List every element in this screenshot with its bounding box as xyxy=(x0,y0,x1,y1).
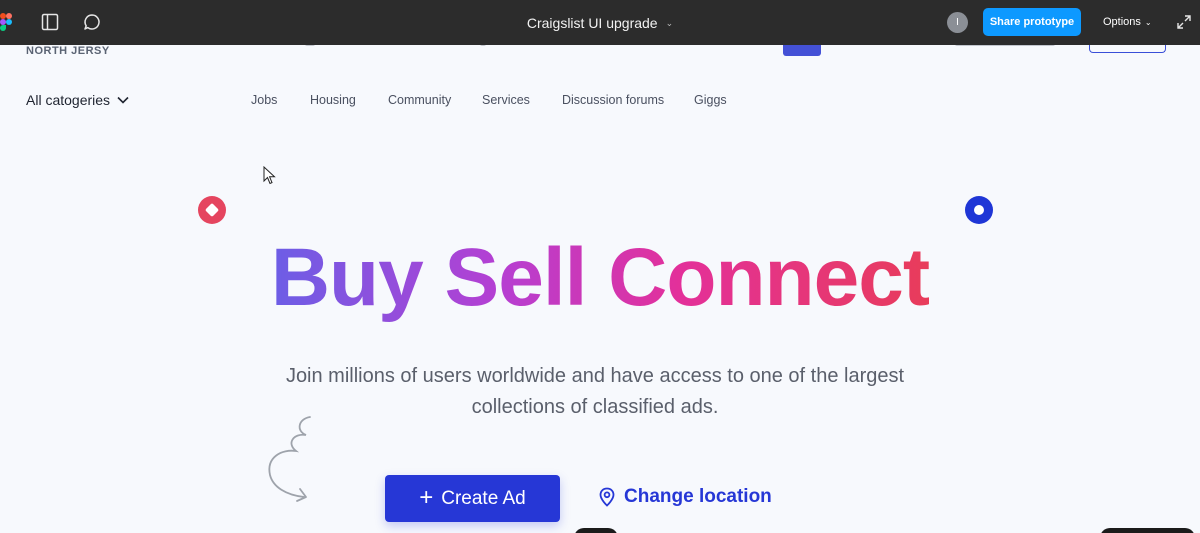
decorative-diamond-badge-icon xyxy=(198,196,226,224)
options-label: Options xyxy=(1103,16,1141,28)
hero-title: Buy Sell Connect xyxy=(0,232,1200,323)
next-section-element xyxy=(1100,528,1195,533)
chevron-down-icon: ⌄ xyxy=(1144,18,1152,27)
prototype-title-text: Craigslist UI upgrade xyxy=(526,15,658,31)
options-menu[interactable]: Options ⌄ xyxy=(1103,16,1152,28)
all-categories-dropdown[interactable]: All catogeries xyxy=(26,92,130,108)
hero-subtitle: Join millions of users worldwide and hav… xyxy=(285,365,905,418)
plus-icon: + xyxy=(419,483,434,511)
nav-jobs[interactable]: Jobs xyxy=(251,93,277,107)
mouse-cursor-icon xyxy=(263,166,276,185)
nav-discussion-forums[interactable]: Discussion forums xyxy=(562,93,664,107)
create-ad-label: Create Ad xyxy=(441,487,526,509)
all-categories-label: All catogeries xyxy=(26,92,111,108)
chevron-down-icon xyxy=(117,96,129,104)
decorative-squiggle-arrow-icon xyxy=(268,416,311,502)
search-placeholder-fragment xyxy=(480,45,486,46)
change-location-label: Change location xyxy=(624,486,772,507)
decorative-dot-badge-icon xyxy=(965,196,993,224)
chevron-down-icon: ⌄ xyxy=(665,18,674,28)
prototype-canvas: NORTH JERSY All catogeries Jobs Housing … xyxy=(0,45,1200,533)
location-pin-icon xyxy=(599,487,615,507)
nav-housing[interactable]: Housing xyxy=(310,93,356,107)
create-ad-button[interactable]: + Create Ad xyxy=(385,475,560,522)
search-button[interactable] xyxy=(783,45,821,56)
figma-toolbar: Craigslist UI upgrade ⌄ I Share prototype… xyxy=(0,0,1200,45)
nav-services[interactable]: Services xyxy=(482,93,530,107)
nav-community[interactable]: Community xyxy=(388,93,451,107)
search-placeholder-fragment xyxy=(305,45,315,46)
share-prototype-button[interactable]: Share prototype xyxy=(983,8,1081,36)
brand-subtitle: NORTH JERSY xyxy=(26,45,110,57)
nav-giggs[interactable]: Giggs xyxy=(694,93,727,107)
next-section-element xyxy=(574,528,618,533)
header-link-fragment[interactable] xyxy=(955,45,1055,46)
change-location-link[interactable]: Change location xyxy=(598,486,772,508)
hero-title-text: Buy Sell Connect xyxy=(270,232,930,323)
login-button[interactable] xyxy=(1089,45,1166,53)
avatar[interactable]: I xyxy=(947,12,968,33)
expand-icon[interactable] xyxy=(1177,15,1191,29)
